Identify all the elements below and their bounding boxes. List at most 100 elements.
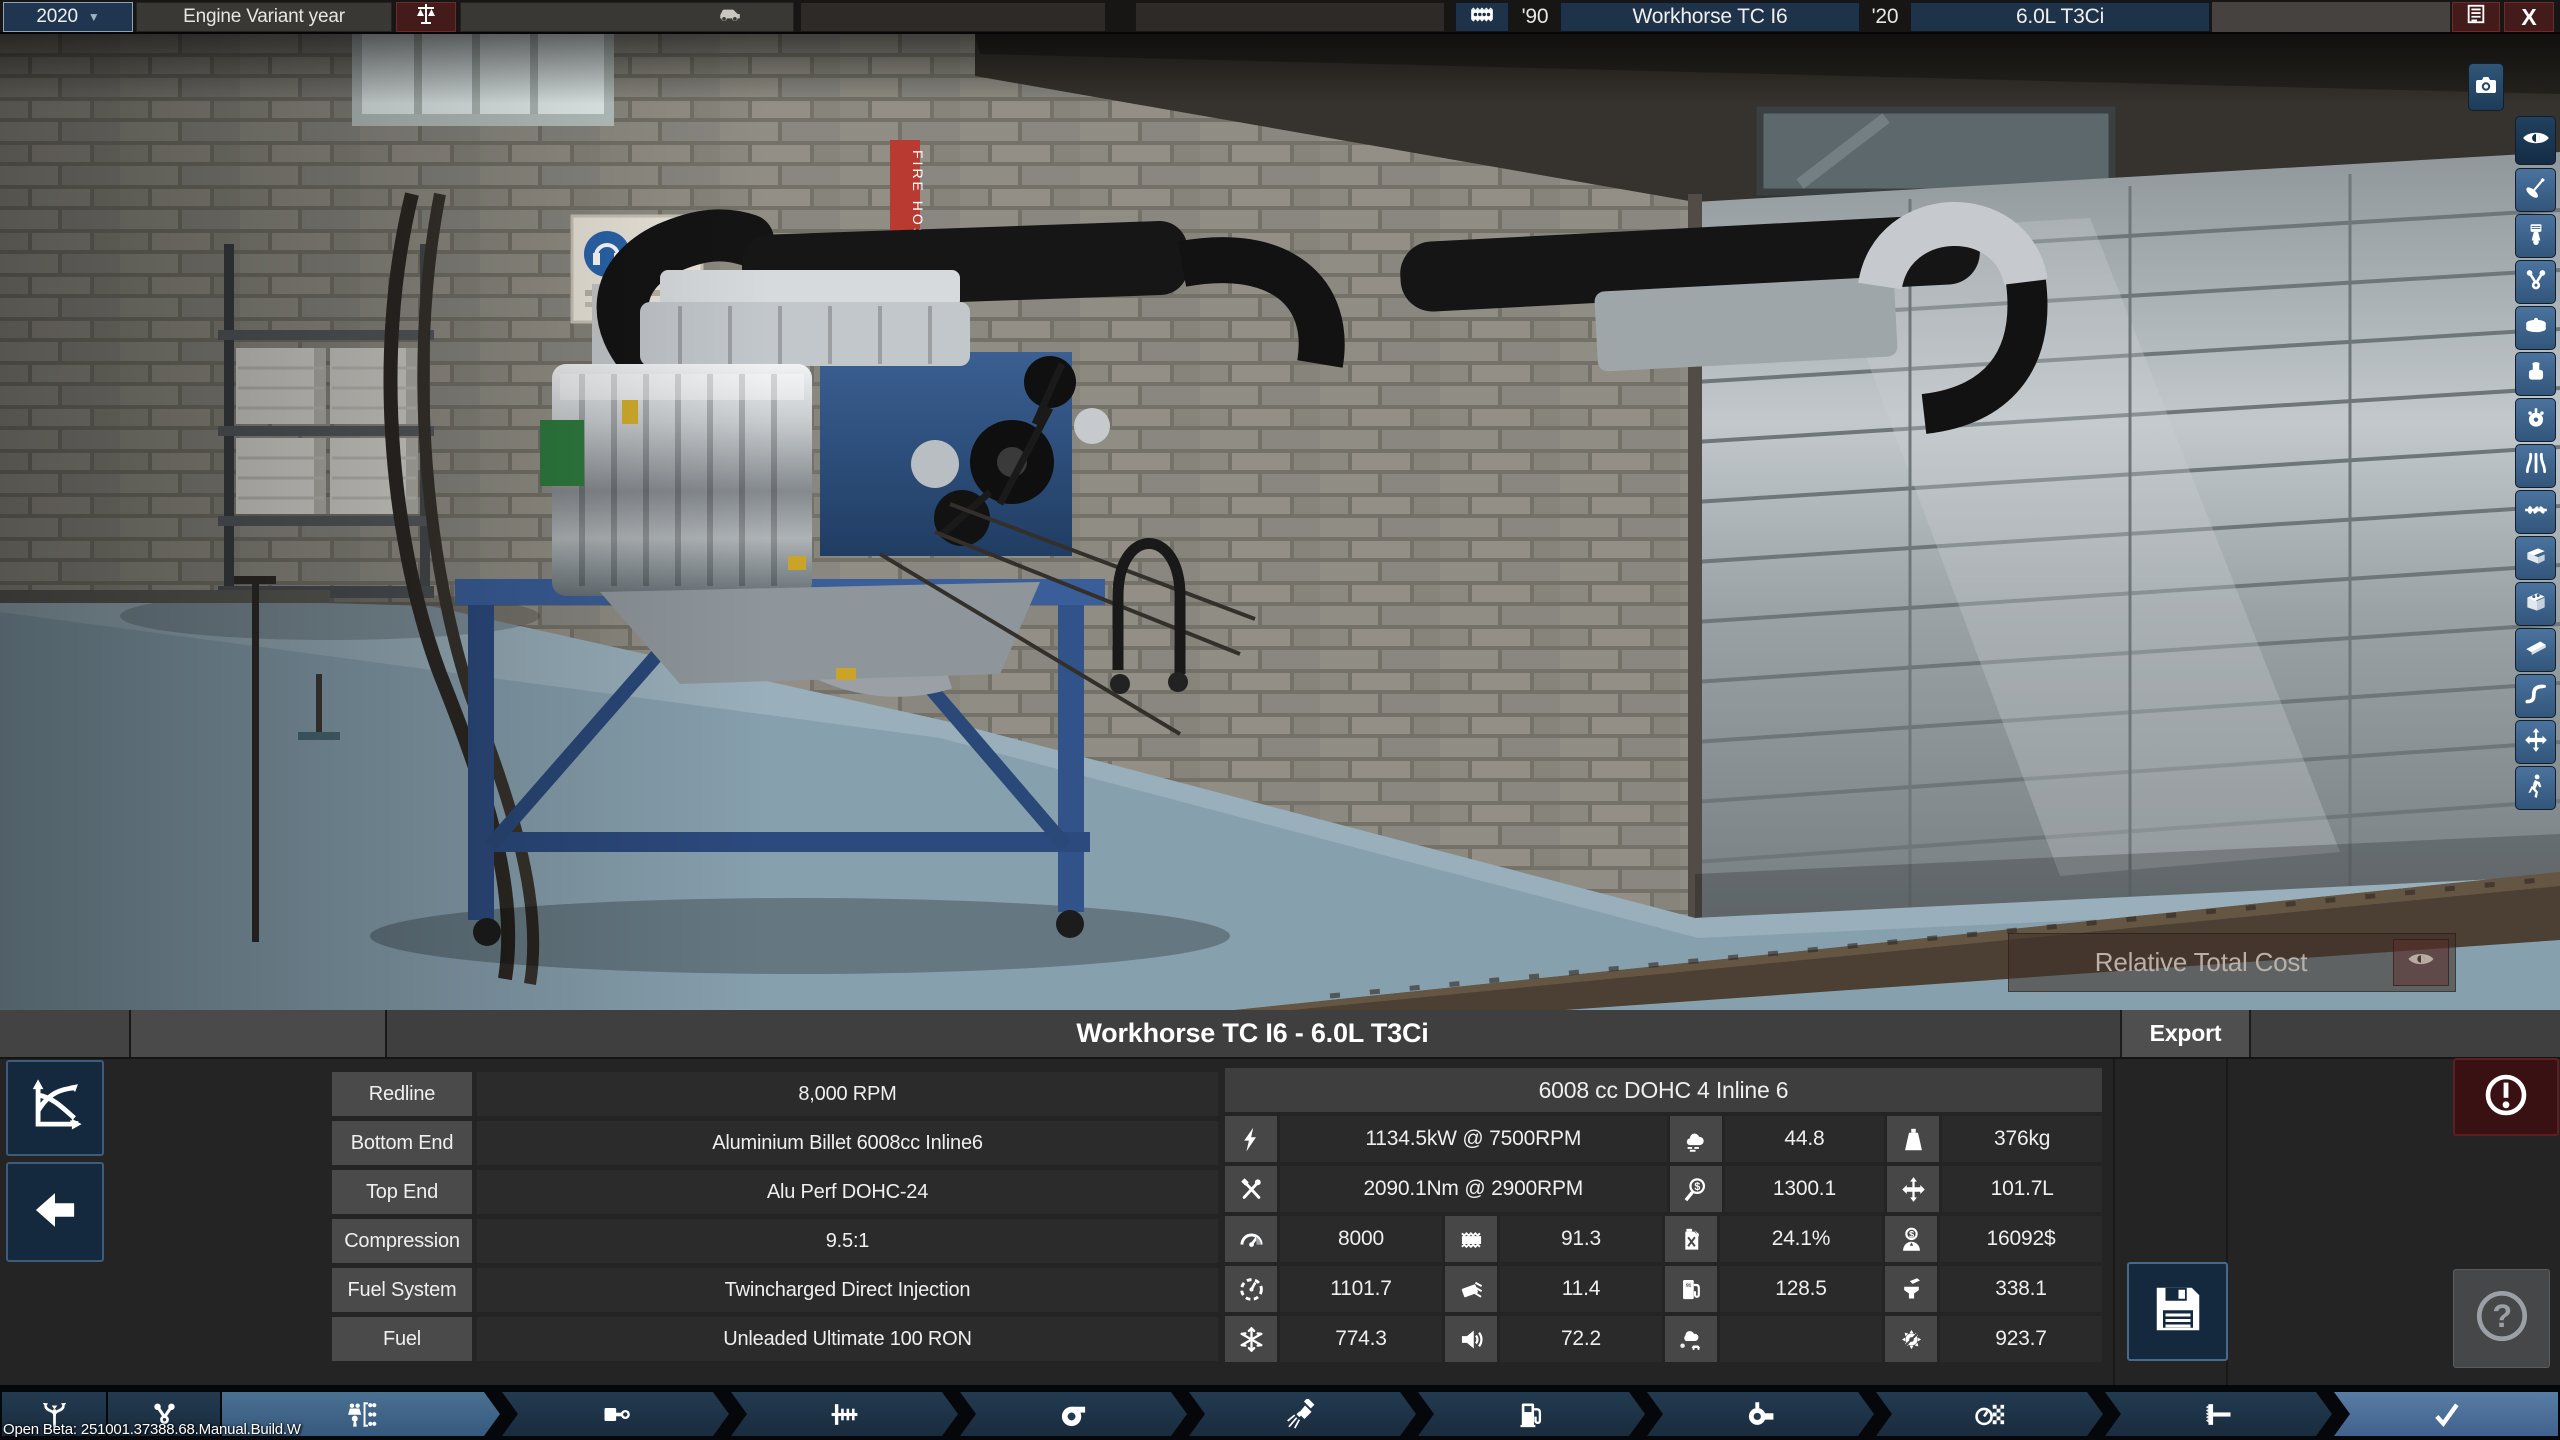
compare-button[interactable] bbox=[396, 2, 456, 32]
graph-icon bbox=[26, 1077, 84, 1140]
tool-cylinder-head[interactable] bbox=[2515, 536, 2556, 580]
engine-block-icon bbox=[2523, 589, 2549, 620]
distributor-icon bbox=[2523, 405, 2549, 436]
tab-exhaust[interactable] bbox=[1647, 1392, 1874, 1436]
topbar-spacer bbox=[2212, 2, 2450, 32]
tool-move[interactable] bbox=[2515, 720, 2556, 764]
intake-icon bbox=[2523, 359, 2549, 390]
production-units-icon bbox=[1885, 1316, 1937, 1362]
tool-crank-assembly[interactable] bbox=[2515, 260, 2556, 304]
stats-row-5: 774.3 72.2 923.7 bbox=[1225, 1316, 2102, 1362]
tool-valve-cover[interactable] bbox=[2515, 628, 2556, 672]
weight-icon bbox=[1887, 1116, 1939, 1162]
visibility-button[interactable] bbox=[2515, 116, 2556, 165]
automation-engine-designer: FIRE HOSE bbox=[0, 0, 2560, 1440]
graphs-button[interactable] bbox=[6, 1060, 104, 1156]
export-button[interactable]: Export bbox=[2120, 1010, 2251, 1057]
tool-camshaft[interactable] bbox=[2515, 490, 2556, 534]
tool-exhaust-header[interactable] bbox=[2515, 444, 2556, 488]
warning-icon bbox=[2482, 1071, 2530, 1124]
exhaust-pipe-icon bbox=[2523, 681, 2549, 712]
top-bar: 2020 ▼ Engine Variant year '90 Workhorse… bbox=[0, 0, 2560, 34]
panel-title-bar: Workhorse TC I6 - 6.0L T3Ci Export bbox=[0, 1010, 2560, 1059]
mode-label: Engine Variant year bbox=[136, 2, 392, 32]
engine-size-icon bbox=[1887, 1166, 1939, 1212]
tool-walk-mode[interactable] bbox=[2515, 766, 2556, 810]
family-name-field[interactable]: Workhorse TC I6 bbox=[1560, 2, 1860, 32]
car-button[interactable] bbox=[701, 5, 759, 29]
walk-mode-icon bbox=[2523, 773, 2549, 804]
floppy-icon bbox=[2148, 1279, 2208, 1344]
tool-valve[interactable] bbox=[2515, 168, 2556, 212]
year-dropdown[interactable]: 2020 ▼ bbox=[3, 2, 133, 32]
engineering-cost-icon: $ bbox=[1885, 1216, 1937, 1262]
variant-year-label: '20 bbox=[1862, 2, 1908, 32]
svg-text:$: $ bbox=[1909, 1229, 1914, 1239]
spec-row-bottom-end: Bottom EndAluminium Billet 6008cc Inline… bbox=[332, 1121, 1218, 1165]
back-arrow-icon bbox=[28, 1183, 82, 1242]
warnings-button[interactable] bbox=[2453, 1058, 2559, 1136]
engine-spec-table: Redline8,000 RPM Bottom EndAluminium Bil… bbox=[332, 1072, 1218, 1366]
help-button[interactable]: ? bbox=[2453, 1269, 2550, 1368]
engine-family-button[interactable] bbox=[1455, 2, 1509, 32]
material-cost-icon bbox=[1885, 1266, 1937, 1312]
emissions-icon bbox=[1670, 1116, 1722, 1162]
car-icon bbox=[717, 1, 743, 33]
relative-total-cost-toggle[interactable] bbox=[2393, 939, 2449, 986]
build-version-text: Open Beta: 251001.37388.68.Manual.Build.… bbox=[3, 1421, 301, 1438]
tab-testing[interactable] bbox=[1876, 1392, 2103, 1436]
tool-engine-block[interactable] bbox=[2515, 582, 2556, 626]
variant-name-field[interactable]: 6.0L T3Ci bbox=[1910, 2, 2210, 32]
tab-bottom-end[interactable] bbox=[502, 1392, 729, 1436]
spec-row-fuel-system: Fuel SystemTwincharged Direct Injection bbox=[332, 1268, 1218, 1312]
valve-icon bbox=[2523, 175, 2549, 206]
valve-cover-icon bbox=[2523, 635, 2549, 666]
engine-stats-table: 6008 cc DOHC 4 Inline 6 1134.5kW @ 7500R… bbox=[1225, 1068, 2102, 1366]
piston-icon bbox=[2523, 221, 2549, 252]
tab-confirm[interactable] bbox=[2334, 1392, 2558, 1436]
tool-piston[interactable] bbox=[2515, 214, 2556, 258]
family-year-label: '90 bbox=[1512, 2, 1558, 32]
knock-icon bbox=[1445, 1216, 1497, 1262]
empty-slot-2 bbox=[1135, 2, 1445, 32]
exhaust-header-icon bbox=[2523, 451, 2549, 482]
screenshot-button[interactable] bbox=[2468, 63, 2504, 111]
tab-aspiration[interactable] bbox=[960, 1392, 1187, 1436]
cylinder-head-icon bbox=[2523, 543, 2549, 574]
save-button[interactable] bbox=[2127, 1262, 2228, 1361]
spec-row-fuel: FuelUnleaded Ultimate 100 RON bbox=[332, 1317, 1218, 1361]
engine-scene-viewport[interactable]: FIRE HOSE bbox=[0, 34, 2560, 1010]
engine-stats-panel: Workhorse TC I6 - 6.0L T3Ci Export Redli… bbox=[0, 1010, 2560, 1385]
car-panel bbox=[460, 2, 794, 32]
power-icon bbox=[1225, 1116, 1277, 1162]
tool-distributor[interactable] bbox=[2515, 398, 2556, 442]
chevron-down-icon: ▼ bbox=[88, 10, 100, 24]
service-cost-icon: $ bbox=[1670, 1166, 1722, 1212]
back-button[interactable] bbox=[6, 1162, 104, 1262]
summary-button[interactable] bbox=[2452, 2, 2500, 32]
tab-top-end[interactable] bbox=[731, 1392, 958, 1436]
year-value: 2020 bbox=[36, 6, 77, 28]
svg-text:?: ? bbox=[2492, 1298, 2511, 1334]
tab-dyno[interactable] bbox=[2105, 1392, 2332, 1436]
air-filter-icon bbox=[2523, 313, 2549, 344]
svg-text:91: 91 bbox=[1685, 1282, 1691, 1288]
close-icon: X bbox=[2521, 4, 2536, 31]
stats-row-3: 8000 91.3 24.1% $ 16092$ bbox=[1225, 1216, 2102, 1262]
cooling-icon bbox=[1225, 1316, 1277, 1362]
tab-fuel-system[interactable] bbox=[1189, 1392, 1416, 1436]
tab-fuel[interactable] bbox=[1418, 1392, 1645, 1436]
stats-row-2: 2090.1Nm @ 2900RPM $ 1300.1 101.7L bbox=[1225, 1166, 2102, 1212]
stats-row-4: 1101.7 11.4 91 128.5 338.1 bbox=[1225, 1266, 2102, 1312]
camshaft-icon bbox=[2523, 497, 2549, 528]
engine-config-summary: 6008 cc DOHC 4 Inline 6 bbox=[1225, 1068, 2102, 1112]
responsiveness-icon bbox=[1225, 1266, 1277, 1312]
tool-intake[interactable] bbox=[2515, 352, 2556, 396]
loudness-icon bbox=[1445, 1316, 1497, 1362]
fuel-pump-icon: 91 bbox=[1665, 1266, 1717, 1312]
emissions-car-icon bbox=[1665, 1316, 1717, 1362]
bottom-toolbar bbox=[0, 1385, 2560, 1440]
tool-exhaust-pipe[interactable] bbox=[2515, 674, 2556, 718]
close-button[interactable]: X bbox=[2504, 2, 2554, 32]
tool-air-filter[interactable] bbox=[2515, 306, 2556, 350]
